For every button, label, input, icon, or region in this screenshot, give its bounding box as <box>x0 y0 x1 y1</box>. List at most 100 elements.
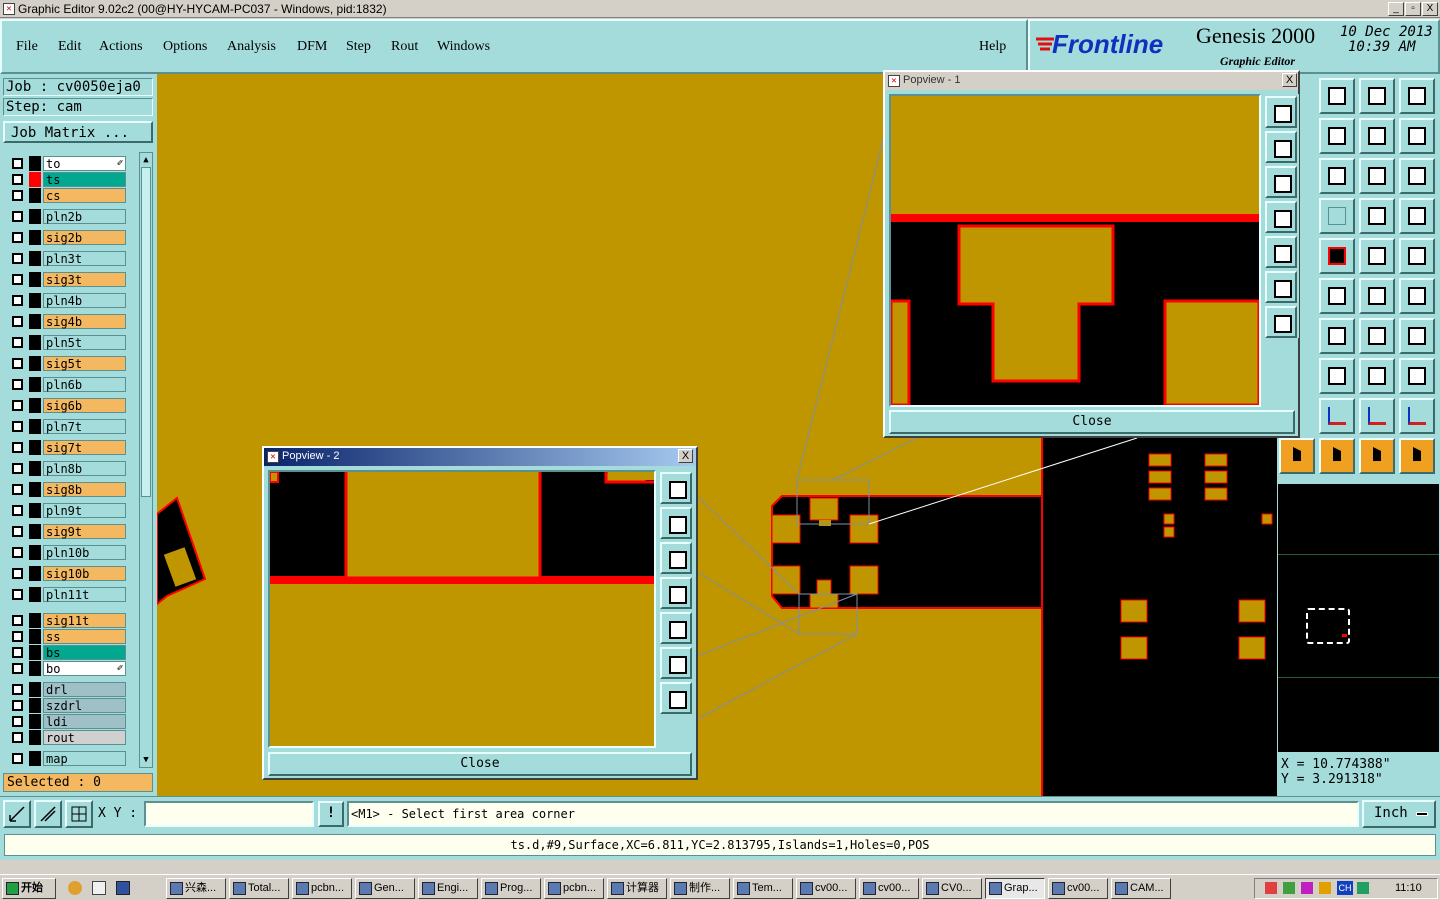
layer-checkbox[interactable] <box>12 647 23 658</box>
taskbar-button[interactable]: Gen... <box>355 878 415 899</box>
layer-row-sig8b[interactable]: sig8b <box>6 482 126 497</box>
layer-name[interactable]: ldi <box>43 714 126 729</box>
affected-toggle[interactable] <box>29 377 41 392</box>
affected-toggle[interactable] <box>29 335 41 350</box>
house-tool-button[interactable] <box>1359 78 1395 114</box>
menu-options[interactable]: Options <box>163 39 207 55</box>
text-a-tool-button[interactable] <box>1319 398 1355 434</box>
popview-1-view[interactable] <box>889 94 1261 407</box>
layer-checkbox[interactable] <box>12 337 23 348</box>
cross-tool-button[interactable] <box>1319 278 1355 314</box>
layer-name[interactable]: sig2b <box>43 230 126 245</box>
taskbar-button[interactable]: cv00... <box>859 878 919 899</box>
affected-toggle[interactable] <box>29 566 41 581</box>
layer-checkbox[interactable] <box>12 400 23 411</box>
layers-tool-button[interactable] <box>1359 198 1395 234</box>
taskbar-button[interactable]: 计算器 <box>607 878 667 899</box>
warning-button[interactable]: ! <box>318 801 344 827</box>
layer-name[interactable]: szdrl <box>43 698 126 713</box>
layer-name[interactable]: bs <box>43 645 126 660</box>
affected-toggle[interactable] <box>29 398 41 413</box>
layer-row-sig10b[interactable]: sig10b <box>6 566 126 581</box>
layer-row-drl[interactable]: drl <box>6 682 126 697</box>
quick-launch-notepad-icon[interactable] <box>92 881 106 895</box>
slash-tool-button[interactable] <box>1319 318 1355 354</box>
affected-toggle[interactable] <box>29 156 41 171</box>
grid-tool-button[interactable] <box>65 800 93 828</box>
layer-checkbox[interactable] <box>12 442 23 453</box>
taskbar-button[interactable]: CAM... <box>1111 878 1171 899</box>
layer-name[interactable]: sig6b <box>43 398 126 413</box>
taskbar-button[interactable]: Tem... <box>733 878 793 899</box>
center-tool-button[interactable] <box>1319 158 1355 194</box>
quick-launch-clock-icon[interactable] <box>68 881 82 895</box>
layer-row-sig7t[interactable]: sig7t <box>6 440 126 455</box>
layer-checkbox[interactable] <box>12 253 23 264</box>
layer-row-ts[interactable]: ts <box>6 172 126 187</box>
layer-row-pln9t[interactable]: pln9t <box>6 503 126 518</box>
layer-name[interactable]: sig10b <box>43 566 126 581</box>
affected-toggle[interactable] <box>29 714 41 729</box>
tray-icon[interactable] <box>1265 882 1277 894</box>
affected-toggle[interactable] <box>29 293 41 308</box>
affected-toggle[interactable] <box>29 698 41 713</box>
layer-name[interactable]: sig9t <box>43 524 126 539</box>
layer-checkbox[interactable] <box>12 358 23 369</box>
layer-name[interactable]: cs <box>43 188 126 203</box>
text-a-alt-tool-button[interactable] <box>1359 398 1395 434</box>
popview-2-pan-left-button[interactable] <box>660 577 692 609</box>
layers-alt-tool-button[interactable] <box>1399 198 1435 234</box>
job-matrix-button[interactable]: Job Matrix ... <box>3 121 153 143</box>
layer-name[interactable]: pln9t <box>43 503 126 518</box>
layer-row-sig4b[interactable]: sig4b <box>6 314 126 329</box>
popview-1-pan-left-button[interactable] <box>1265 201 1297 233</box>
layer-name[interactable]: ss <box>43 629 126 644</box>
shapes-tool-button[interactable] <box>1399 358 1435 394</box>
layer-checkbox[interactable] <box>12 232 23 243</box>
layer-row-pln2b[interactable]: pln2b <box>6 209 126 224</box>
layer-checkbox[interactable] <box>12 316 23 327</box>
layer-row-pln8b[interactable]: pln8b <box>6 461 126 476</box>
layer-row-pln6b[interactable]: pln6b <box>6 377 126 392</box>
tray-icon[interactable] <box>1283 882 1295 894</box>
taskbar-button[interactable]: cv00... <box>796 878 856 899</box>
minus-tool-button[interactable] <box>1319 358 1355 394</box>
select-orange-tool-button[interactable] <box>1359 438 1395 474</box>
one-to-one-tool-button[interactable] <box>1359 158 1395 194</box>
taskbar-button[interactable]: 制作... <box>670 878 730 899</box>
scroll-up-icon[interactable]: ▲ <box>141 155 151 165</box>
affected-toggle[interactable] <box>29 419 41 434</box>
start-button[interactable]: 开始 <box>2 878 56 899</box>
layer-row-sig5t[interactable]: sig5t <box>6 356 126 371</box>
layer-checkbox[interactable] <box>12 631 23 642</box>
popview-1-fit-all-button[interactable] <box>1265 271 1297 303</box>
affected-toggle[interactable] <box>29 751 41 766</box>
panel-tool-button[interactable] <box>1399 78 1435 114</box>
layer-checkbox[interactable] <box>12 732 23 743</box>
layer-name[interactable]: rout <box>43 730 126 745</box>
route-tool-button[interactable] <box>1399 438 1435 474</box>
xy-input[interactable] <box>144 801 314 827</box>
tray-icon[interactable] <box>1319 882 1331 894</box>
layer-row-pln4b[interactable]: pln4b <box>6 293 126 308</box>
affected-toggle[interactable] <box>29 188 41 203</box>
affected-toggle[interactable] <box>29 482 41 497</box>
popview-2-close-x[interactable]: X <box>678 449 693 463</box>
units-selector[interactable]: Inch <box>1362 800 1436 828</box>
resize-tool-button[interactable] <box>1359 358 1395 394</box>
popview-2-center-button[interactable] <box>660 682 692 714</box>
affected-toggle[interactable] <box>29 587 41 602</box>
layer-checkbox[interactable] <box>12 158 23 169</box>
popview-1-zoom-home-button[interactable] <box>1265 96 1297 128</box>
flip-tool-button[interactable] <box>1399 318 1435 354</box>
layer-name[interactable]: sig5t <box>43 356 126 371</box>
taskbar-button[interactable]: pcbn... <box>544 878 604 899</box>
layer-row-pln3t[interactable]: pln3t <box>6 251 126 266</box>
affected-toggle[interactable] <box>29 503 41 518</box>
layer-name[interactable]: pln4b <box>43 293 126 308</box>
layer-row-map[interactable]: map <box>6 751 126 766</box>
layer-name[interactable]: drl <box>43 682 126 697</box>
fit-tool-button[interactable] <box>1359 118 1395 154</box>
layer-checkbox[interactable] <box>12 211 23 222</box>
select-tool-button[interactable] <box>1279 438 1315 474</box>
